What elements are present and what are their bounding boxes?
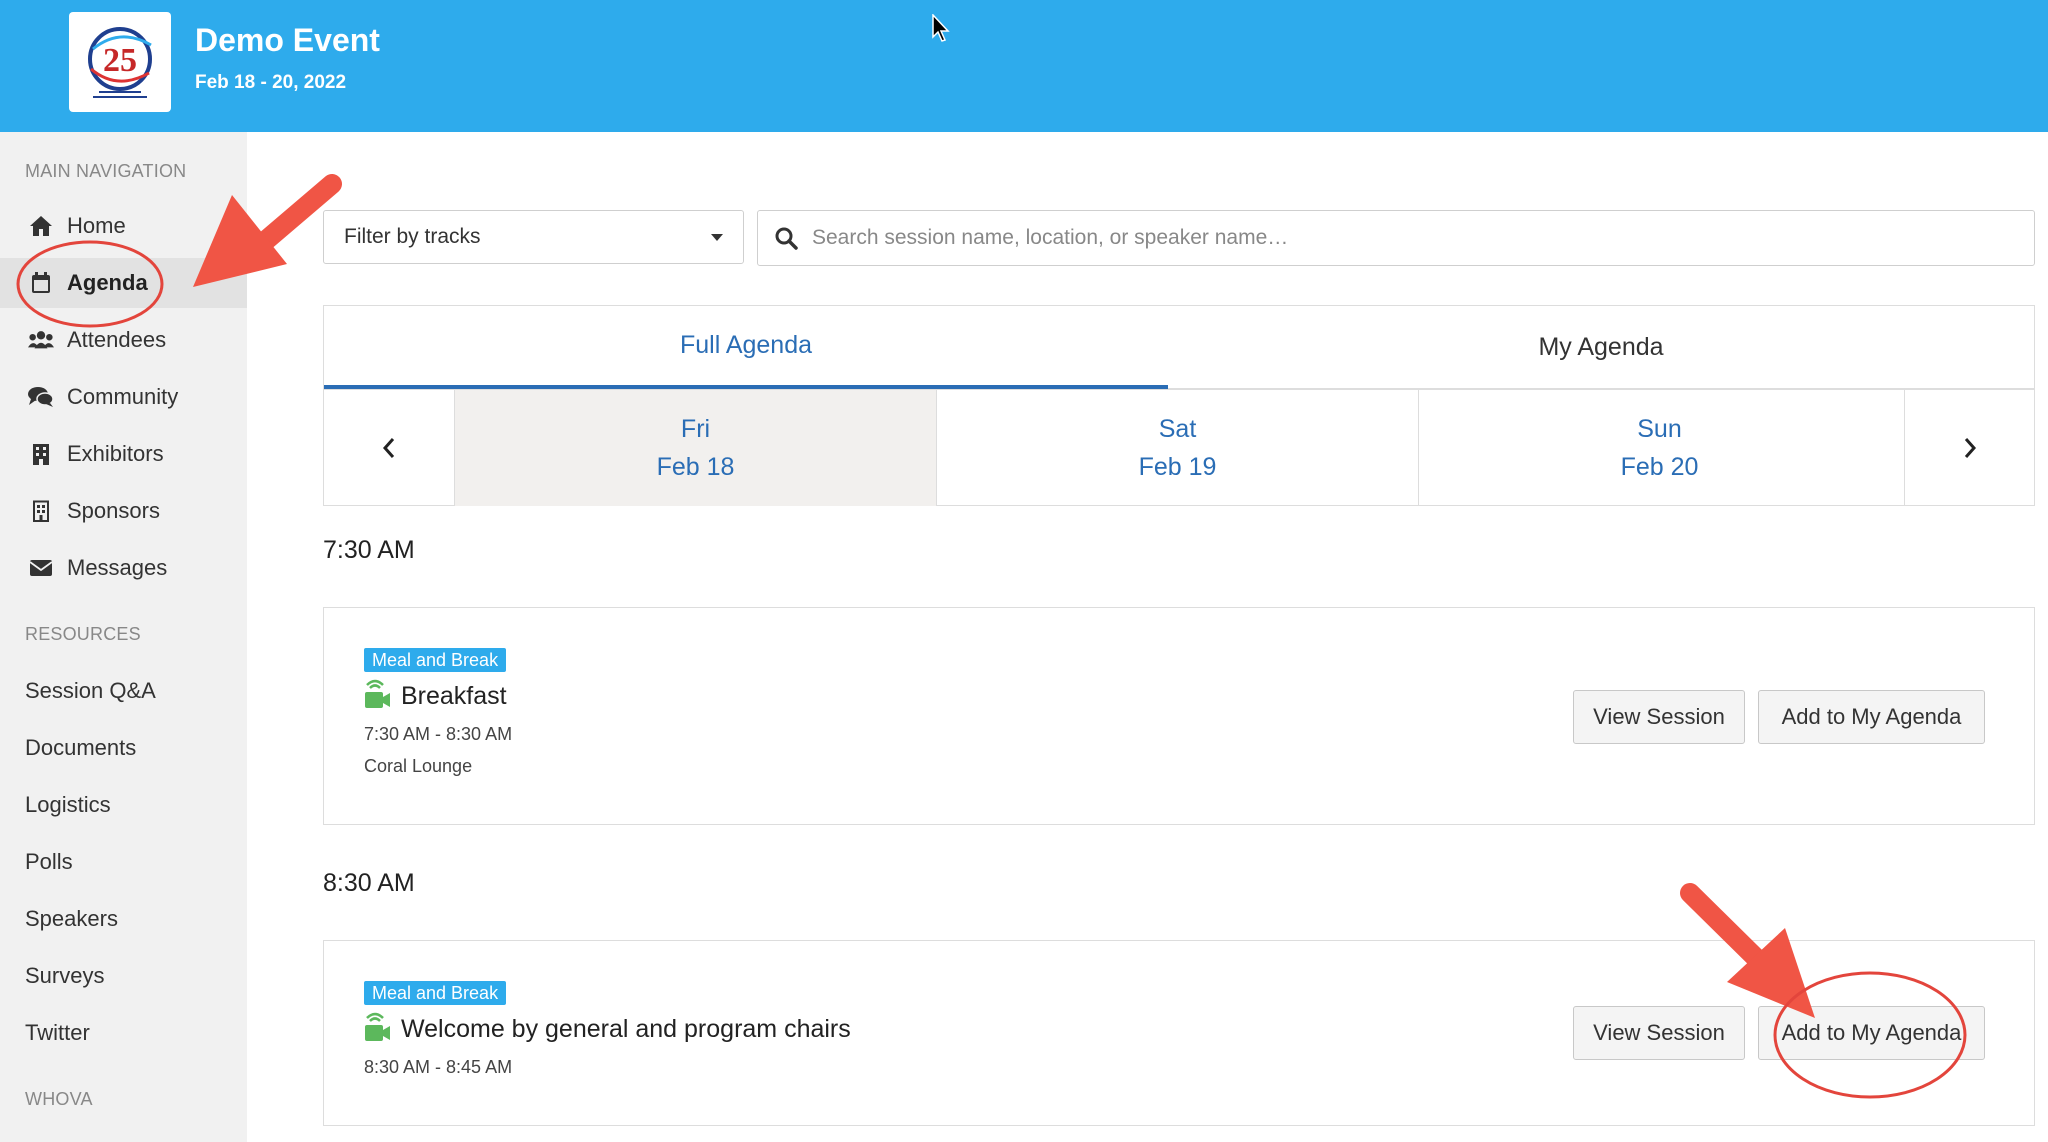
search-input[interactable] (812, 226, 1992, 250)
calendar-icon (28, 272, 54, 294)
day-tab-sat[interactable]: Sat Feb 19 (936, 390, 1418, 506)
session-time: 8:30 AM - 8:45 AM (364, 1057, 513, 1077)
chevron-left-icon (382, 438, 395, 458)
next-day-button[interactable] (1904, 390, 2034, 506)
home-icon (28, 215, 54, 237)
sidebar-item-sponsors[interactable]: Sponsors (0, 486, 247, 536)
tracks-filter-label: Filter by tracks (344, 225, 481, 248)
day-of-week: Sat (1158, 415, 1197, 443)
prev-day-button[interactable] (324, 390, 454, 506)
session-title[interactable]: Welcome by general and program chairs (401, 1015, 851, 1044)
sidebar-item-community[interactable]: Community (0, 372, 247, 422)
day-selector: Fri Feb 18 Sat Feb 19 Sun Feb 20 (324, 389, 2034, 506)
sidebar-item-exhibitors[interactable]: Exhibitors (0, 429, 247, 479)
event-title: Demo Event (195, 22, 380, 58)
search-icon (774, 226, 798, 250)
sidebar-item-surveys[interactable]: Surveys (25, 963, 104, 989)
time-slot-label: 8:30 AM (323, 869, 415, 897)
day-date: Feb 19 (1138, 453, 1217, 481)
envelope-icon (28, 559, 54, 577)
event-dates: Feb 18 - 20, 2022 (195, 72, 347, 93)
building-icon (28, 443, 54, 465)
track-badge: Meal and Break (364, 648, 507, 672)
sidebar-item-speakers[interactable]: Speakers (25, 906, 118, 932)
users-icon (28, 330, 54, 350)
sidebar-item-twitter[interactable]: Twitter (25, 1020, 90, 1046)
resources-label: RESOURCES (25, 624, 141, 644)
caret-down-icon (711, 234, 723, 241)
sidebar-item-label: Sponsors (67, 498, 160, 523)
view-session-button[interactable]: View Session (1573, 1006, 1745, 1060)
session-location: Coral Lounge (364, 756, 473, 776)
whova-label: WHOVA (25, 1089, 93, 1109)
search-box[interactable] (757, 210, 2035, 266)
sidebar-item-label: Community (67, 384, 179, 409)
tracks-filter-dropdown[interactable]: Filter by tracks (323, 210, 744, 264)
day-tab-fri[interactable]: Fri Feb 18 (454, 390, 936, 506)
sidebar-item-label: Exhibitors (67, 441, 164, 466)
building-outline-icon (28, 500, 54, 522)
sidebar-item-messages[interactable]: Messages (0, 543, 247, 593)
track-badge: Meal and Break (364, 981, 507, 1005)
day-of-week: Fri (680, 415, 711, 443)
session-card: Meal and Break Welcome by general and pr… (323, 940, 2035, 1126)
sidebar-item-agenda[interactable]: Agenda (0, 258, 247, 308)
sidebar-item-label: Home (67, 213, 126, 238)
sidebar-item-session-qa[interactable]: Session Q&A (25, 678, 156, 704)
session-card: Meal and Break Breakfast 7:30 AM - 8:30 … (323, 607, 2035, 825)
tab-my-agenda[interactable]: My Agenda (1168, 306, 2034, 389)
day-tab-sun[interactable]: Sun Feb 20 (1418, 390, 1900, 506)
chat-icon (28, 386, 54, 408)
add-to-my-agenda-button[interactable]: Add to My Agenda (1758, 1006, 1985, 1060)
sidebar: MAIN NAVIGATION Home Agenda Attendees Co… (0, 132, 247, 1142)
anniversary-logo-icon: 25 (88, 27, 152, 98)
day-date: Feb 18 (656, 453, 735, 481)
sidebar-item-attendees[interactable]: Attendees (0, 315, 247, 365)
svg-text:25: 25 (103, 42, 137, 79)
mouse-cursor-icon (932, 14, 950, 42)
video-camera-icon (363, 678, 391, 715)
video-camera-icon (363, 1011, 391, 1048)
view-session-button[interactable]: View Session (1573, 690, 1745, 744)
time-slot-label: 7:30 AM (323, 536, 415, 564)
add-to-my-agenda-button[interactable]: Add to My Agenda (1758, 690, 1985, 744)
session-time: 7:30 AM - 8:30 AM (364, 724, 513, 744)
sidebar-item-home[interactable]: Home (0, 201, 247, 251)
day-date: Feb 20 (1620, 453, 1699, 481)
day-of-week: Sun (1637, 415, 1682, 443)
sidebar-item-label: Messages (67, 555, 168, 580)
sidebar-item-polls[interactable]: Polls (25, 849, 73, 875)
sidebar-item-logistics[interactable]: Logistics (25, 792, 111, 818)
sidebar-item-documents[interactable]: Documents (25, 735, 136, 761)
main-navigation-label: MAIN NAVIGATION (25, 161, 187, 181)
tab-full-agenda[interactable]: Full Agenda (324, 306, 1168, 389)
app-header: 25 Demo Event Feb 18 - 20, 2022 (0, 0, 2048, 132)
agenda-tabs-panel: Full Agenda My Agenda Fri Feb 18 Sat Feb… (323, 305, 2035, 506)
sidebar-item-label: Attendees (67, 327, 167, 352)
sidebar-item-label: Agenda (67, 270, 148, 295)
chevron-right-icon (1964, 438, 1976, 458)
session-title[interactable]: Breakfast (401, 682, 507, 711)
event-logo[interactable]: 25 (69, 12, 171, 112)
